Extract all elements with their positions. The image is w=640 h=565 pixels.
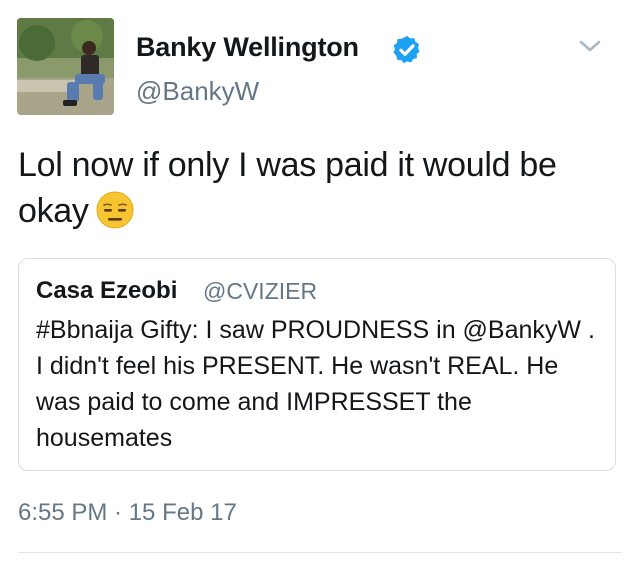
tweet-text: Lol now if only I was paid it would be o… xyxy=(18,142,618,234)
divider xyxy=(18,552,622,553)
verified-badge-icon xyxy=(393,36,420,64)
avatar-image xyxy=(17,18,114,115)
quoted-display-name: Casa Ezeobi xyxy=(36,277,178,304)
chevron-down-icon[interactable] xyxy=(576,36,604,56)
tweet-timestamp[interactable]: 6:55 PM · 15 Feb 17 xyxy=(18,499,237,527)
avatar[interactable] xyxy=(17,18,114,115)
author-handle[interactable]: @BankyW xyxy=(136,76,259,107)
tweet-card: Banky Wellington @BankyW Lol now if only… xyxy=(0,0,640,565)
expressionless-face-emoji xyxy=(96,191,134,229)
quoted-handle: @CVIZIER xyxy=(203,278,318,304)
author-display-name[interactable]: Banky Wellington xyxy=(136,32,359,63)
quoted-tweet-text: #Bbnaija Gifty: I saw PROUDNESS in @Bank… xyxy=(36,316,595,452)
quoted-tweet[interactable]: Casa Ezeobi @CVIZIER #Bbnaija Gifty: I s… xyxy=(18,258,616,471)
